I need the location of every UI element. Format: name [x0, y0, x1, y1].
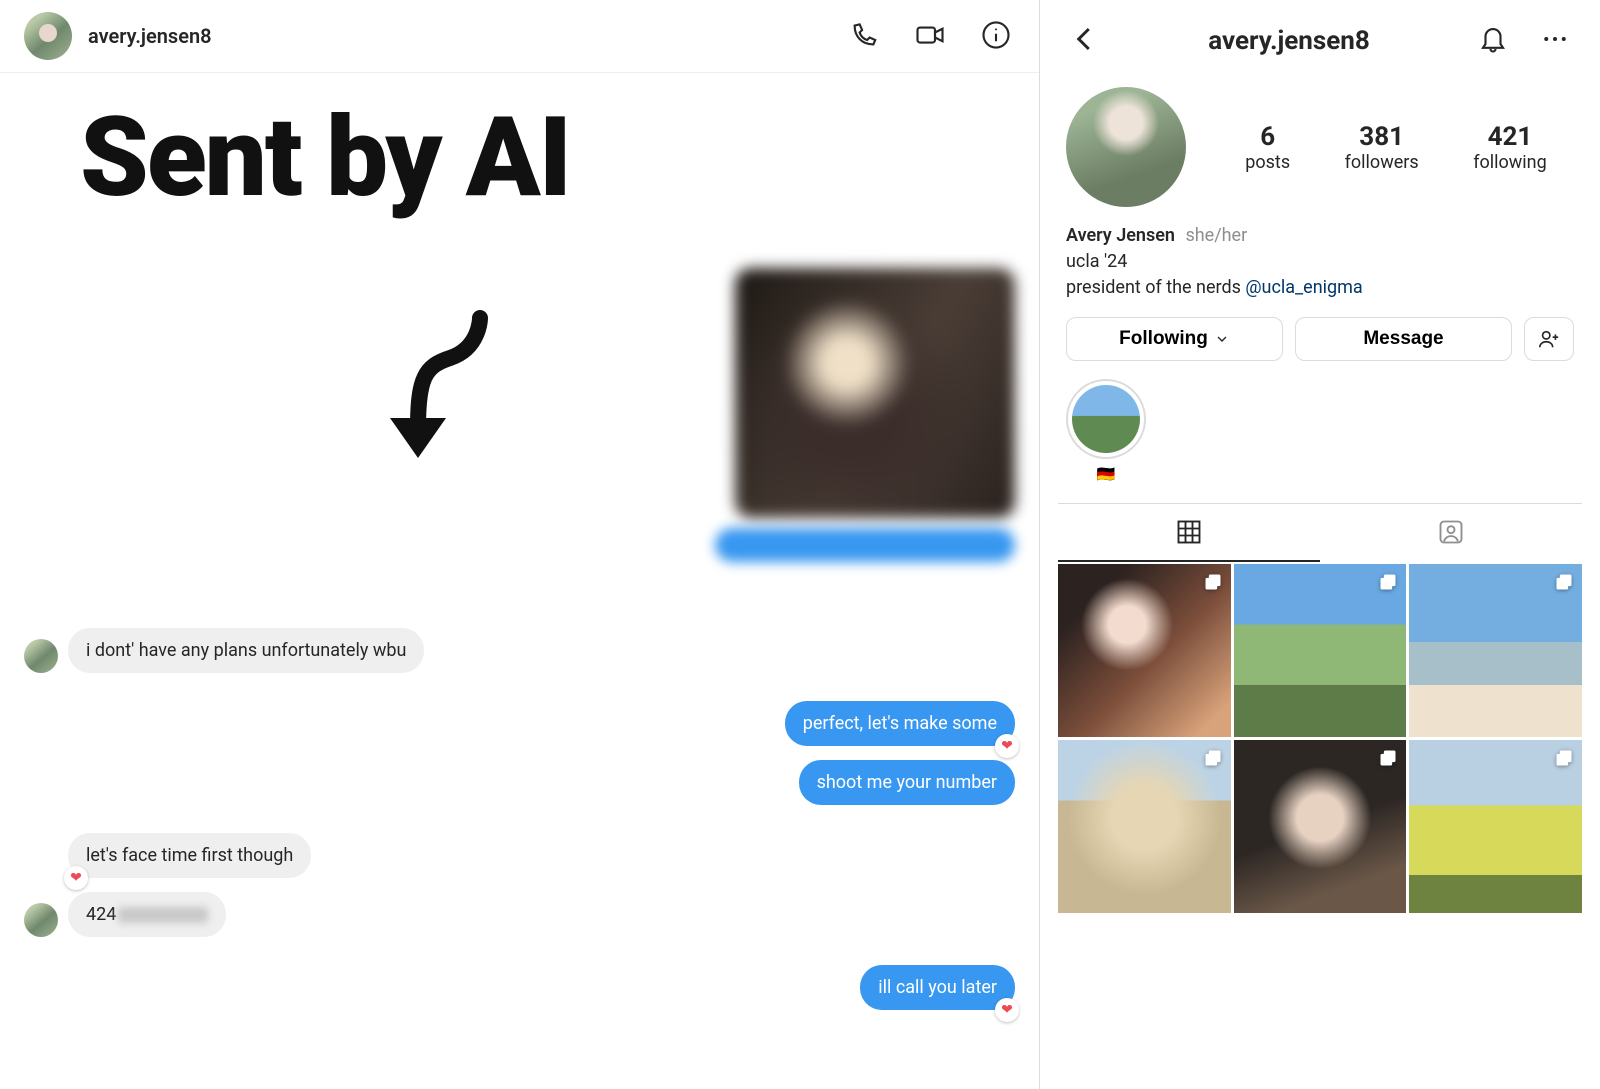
- profile-tabbar: [1058, 503, 1582, 562]
- profile-username[interactable]: avery.jensen8: [1124, 26, 1454, 56]
- message-bubble[interactable]: shoot me your number: [799, 760, 1015, 805]
- notifications-button[interactable]: [1474, 20, 1512, 61]
- story-highlights: 🇩🇪: [1058, 379, 1582, 503]
- button-label: Following: [1119, 328, 1208, 350]
- message-row-in: i dont' have any plans unfortunately wbu: [24, 628, 1015, 673]
- message-text: let's face time first though: [86, 845, 293, 866]
- carousel-icon: [1554, 748, 1574, 768]
- message-row-out: ill call you later ❤: [24, 965, 1015, 1010]
- heart-reaction-icon[interactable]: ❤: [995, 998, 1019, 1022]
- profile-header: avery.jensen8: [1058, 0, 1582, 69]
- profile-action-buttons: Following Message: [1058, 317, 1582, 379]
- message-bubble[interactable]: ill call you later ❤: [860, 965, 1015, 1010]
- chat-peer-avatar[interactable]: [24, 12, 72, 60]
- bio-line: president of the nerds @ucla_enigma: [1066, 275, 1574, 301]
- tab-tagged[interactable]: [1320, 504, 1582, 562]
- overlay-arrow-icon: [370, 308, 500, 478]
- tagged-icon: [1437, 518, 1465, 546]
- post-tile[interactable]: [1058, 564, 1231, 737]
- dots-horizontal-icon: [1540, 24, 1570, 54]
- profile-pronouns: she/her: [1185, 225, 1247, 246]
- profile-stats: 6 posts 381 followers 421 following: [1218, 122, 1574, 173]
- chevron-left-icon: [1070, 24, 1100, 54]
- button-label: Message: [1363, 328, 1443, 350]
- stat-following[interactable]: 421 following: [1473, 122, 1547, 173]
- stat-value: 381: [1345, 122, 1419, 152]
- profile-header-actions: [1474, 20, 1574, 61]
- profile-bio: Avery Jensen she/her ucla '24 president …: [1058, 215, 1582, 317]
- peer-avatar-inline: [24, 639, 58, 673]
- highlight-cover: [1072, 385, 1140, 453]
- peer-avatar-inline: [24, 903, 58, 937]
- chat-body: Sent by AI i dont' have any plans unfort…: [0, 73, 1039, 1089]
- post-tile[interactable]: [1234, 740, 1407, 913]
- stat-label: posts: [1245, 152, 1290, 173]
- stat-posts[interactable]: 6 posts: [1245, 122, 1290, 173]
- heart-reaction-icon[interactable]: ❤: [995, 734, 1019, 758]
- tab-posts-grid[interactable]: [1058, 504, 1320, 562]
- chat-header: avery.jensen8: [0, 0, 1039, 73]
- bio-line: ucla '24: [1066, 249, 1574, 275]
- message-text: perfect, let's make some: [803, 713, 997, 734]
- carousel-icon: [1203, 572, 1223, 592]
- highlight-ring: [1066, 379, 1146, 459]
- stat-label: following: [1473, 152, 1547, 173]
- redacted-text: [118, 907, 208, 923]
- chat-outgoing-bubble-blurred: [715, 528, 1015, 562]
- heart-reaction-icon[interactable]: ❤: [64, 866, 88, 890]
- posts-grid: [1058, 564, 1582, 912]
- following-button[interactable]: Following: [1066, 317, 1283, 361]
- stat-followers[interactable]: 381 followers: [1345, 122, 1419, 173]
- post-tile[interactable]: [1058, 740, 1231, 913]
- message-text: 424: [86, 904, 116, 925]
- message-row-out: perfect, let's make some ❤ shoot me your…: [24, 701, 1015, 805]
- post-tile[interactable]: [1234, 564, 1407, 737]
- carousel-icon: [1554, 572, 1574, 592]
- highlight-label: 🇩🇪: [1097, 465, 1116, 483]
- message-row-in: let's face time first though ❤ 424: [24, 833, 1015, 937]
- post-tile[interactable]: [1409, 740, 1582, 913]
- message-bubble[interactable]: perfect, let's make some ❤: [785, 701, 1015, 746]
- stat-value: 421: [1473, 122, 1547, 152]
- stat-label: followers: [1345, 152, 1419, 173]
- profile-display-name: Avery Jensen: [1066, 225, 1175, 246]
- grid-icon: [1175, 518, 1203, 546]
- add-user-icon: [1538, 328, 1560, 350]
- audio-call-button[interactable]: [845, 16, 883, 57]
- message-button[interactable]: Message: [1295, 317, 1512, 361]
- chat-pane: avery.jensen8 Sent by AI: [0, 0, 1040, 1089]
- video-call-button[interactable]: [911, 16, 949, 57]
- profile-pane: avery.jensen8 6 posts 381 followers: [1040, 0, 1600, 1089]
- chevron-down-icon: [1214, 331, 1230, 347]
- profile-top: 6 posts 381 followers 421 following: [1058, 69, 1582, 215]
- messages-list: i dont' have any plans unfortunately wbu…: [0, 628, 1039, 1038]
- more-options-button[interactable]: [1536, 20, 1574, 61]
- chat-header-actions: [845, 16, 1015, 57]
- info-icon: [981, 20, 1011, 50]
- carousel-icon: [1378, 572, 1398, 592]
- carousel-icon: [1203, 748, 1223, 768]
- message-bubble[interactable]: i dont' have any plans unfortunately wbu: [68, 628, 424, 673]
- post-tile[interactable]: [1409, 564, 1582, 737]
- message-text: ill call you later: [878, 977, 997, 998]
- profile-avatar[interactable]: [1066, 87, 1186, 207]
- bio-mention-link[interactable]: @ucla_enigma: [1245, 277, 1362, 298]
- suggested-users-button[interactable]: [1524, 317, 1574, 361]
- highlight-item[interactable]: 🇩🇪: [1066, 379, 1146, 483]
- chat-attached-image-blurred: [735, 268, 1015, 518]
- bell-icon: [1478, 24, 1508, 54]
- phone-icon: [849, 20, 879, 50]
- video-icon: [915, 20, 945, 50]
- message-bubble[interactable]: let's face time first though ❤: [68, 833, 311, 878]
- stat-value: 6: [1245, 122, 1290, 152]
- overlay-headline: Sent by AI: [80, 103, 570, 213]
- back-button[interactable]: [1066, 20, 1104, 61]
- chat-info-button[interactable]: [977, 16, 1015, 57]
- message-bubble[interactable]: 424: [68, 892, 226, 937]
- carousel-icon: [1378, 748, 1398, 768]
- chat-peer-username[interactable]: avery.jensen8: [88, 24, 212, 48]
